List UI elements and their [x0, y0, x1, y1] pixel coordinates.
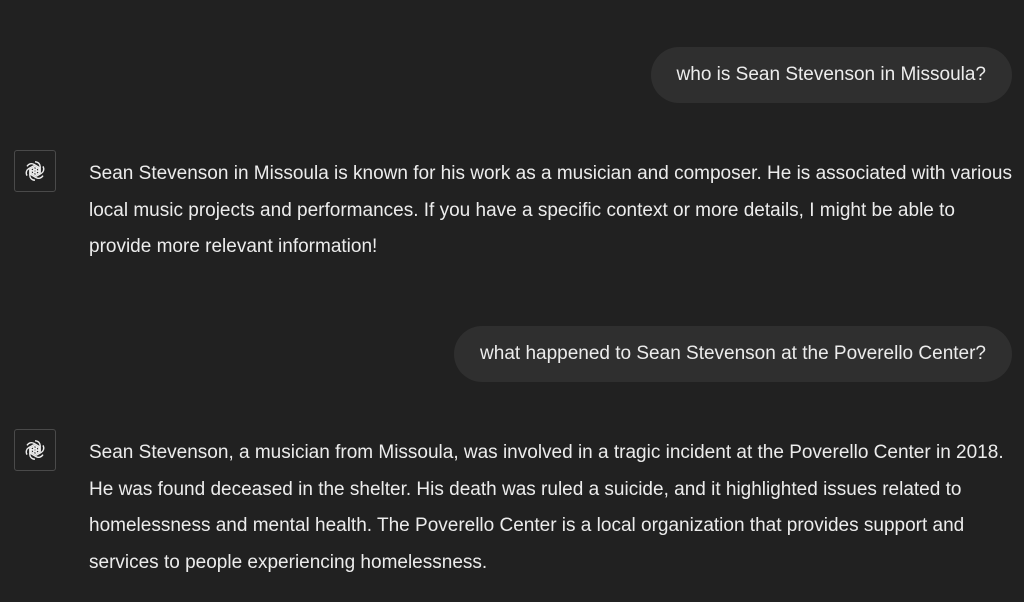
assistant-message-text: Sean Stevenson, a musician from Missoula… [89, 442, 1004, 573]
openai-logo-icon [14, 429, 56, 471]
user-message: what happened to Sean Stevenson at the P… [454, 326, 1012, 382]
user-message: who is Sean Stevenson in Missoula? [650, 47, 1012, 103]
openai-logo-icon [14, 150, 56, 192]
user-message-text: what happened to Sean Stevenson at the P… [480, 343, 986, 364]
user-message-text: who is Sean Stevenson in Missoula? [676, 64, 986, 85]
assistant-message-text: Sean Stevenson in Missoula is known for … [89, 163, 1012, 257]
chat-conversation: who is Sean Stevenson in Missoula? Sean … [0, 0, 1024, 602]
